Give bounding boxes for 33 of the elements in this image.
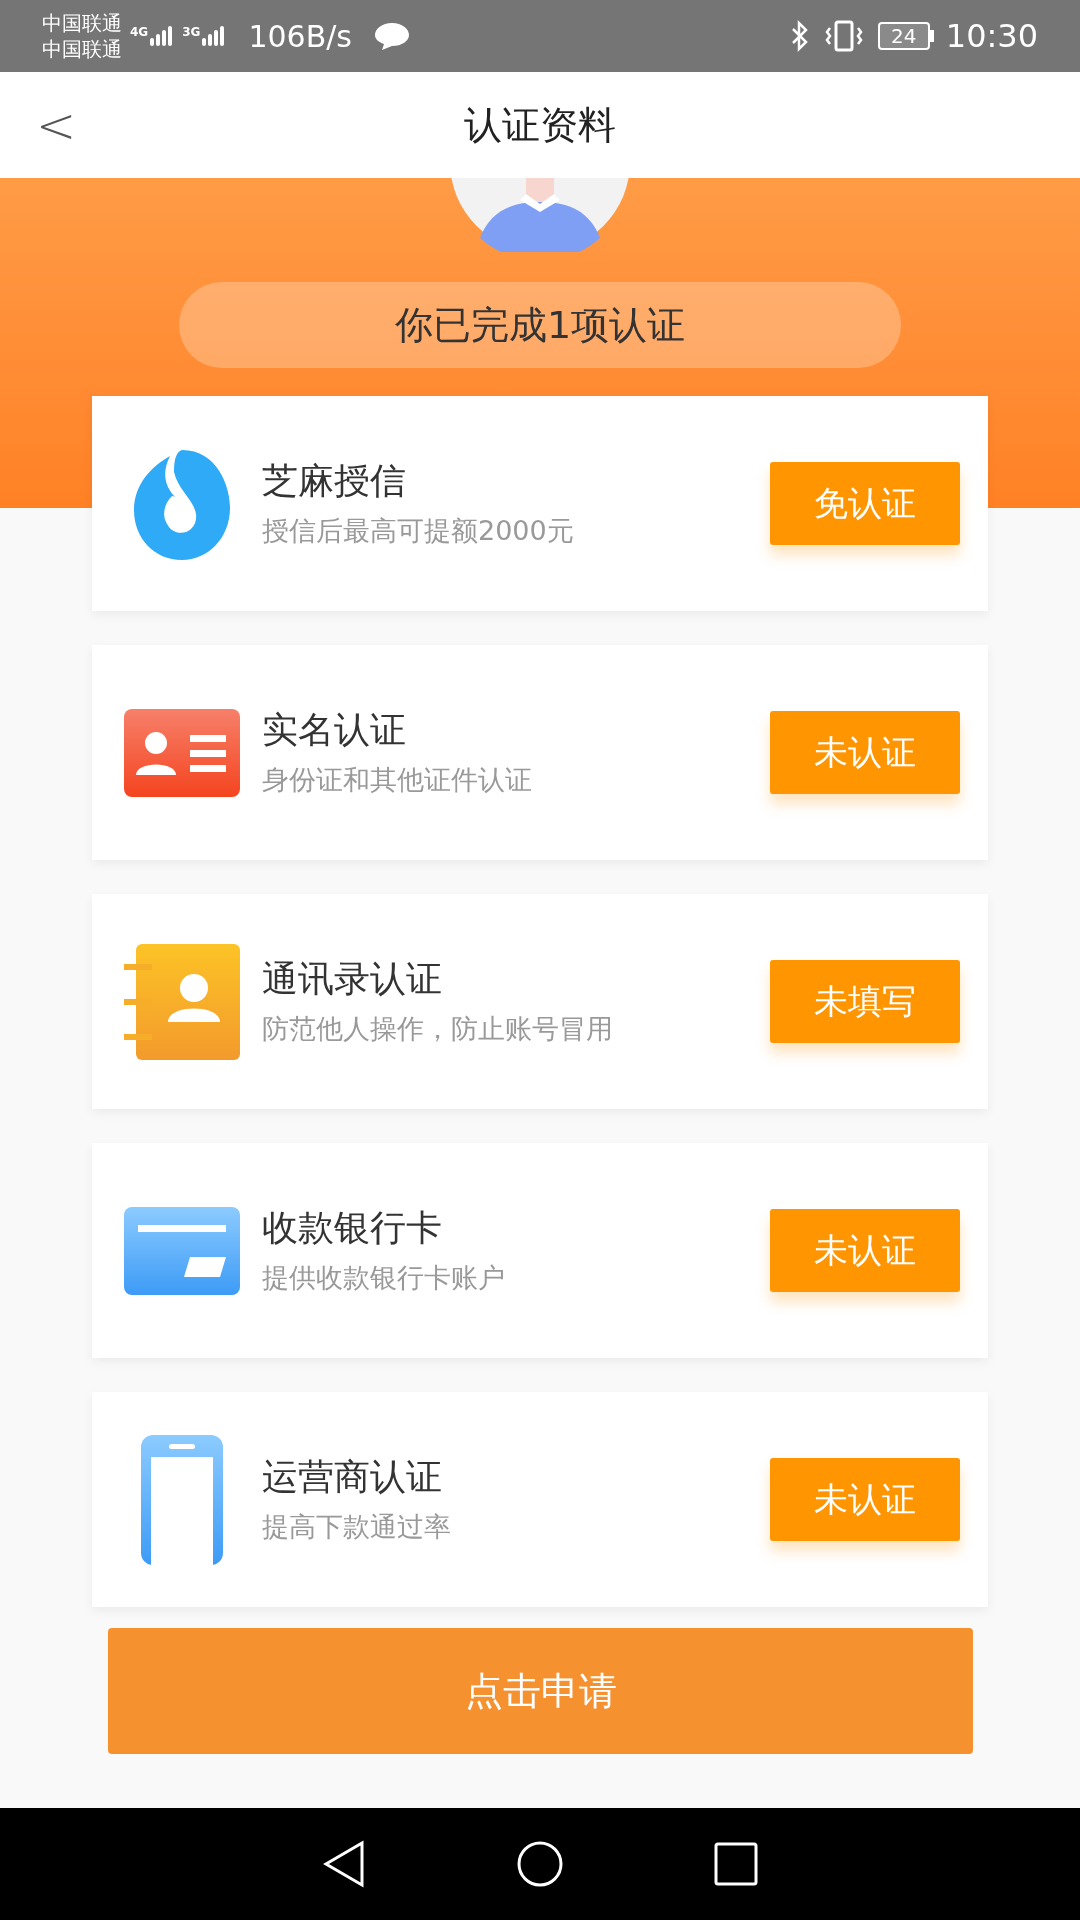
status-button[interactable]: 未填写 [770, 960, 960, 1043]
home-nav-icon[interactable] [516, 1840, 564, 1888]
card-subtitle: 防范他人操作，防止账号冒用 [262, 1015, 614, 1042]
back-nav-icon[interactable] [322, 1840, 366, 1888]
card-title: 芝麻授信 [262, 463, 407, 499]
page-title: 认证资料 [464, 101, 616, 149]
back-button[interactable]: < [36, 101, 77, 149]
card-subtitle: 提供收款银行卡账户 [262, 1264, 506, 1291]
carrier-label: 中国联通 [42, 10, 122, 36]
status-button[interactable]: 免认证 [770, 462, 960, 545]
card-subtitle: 身份证和其他证件认证 [262, 766, 533, 793]
carrier-label: 中国联通 [42, 36, 122, 62]
card-subtitle: 提高下款通过率 [262, 1513, 452, 1540]
status-button[interactable]: 未认证 [770, 1458, 960, 1541]
card-title: 实名认证 [262, 712, 407, 748]
card-title: 收款银行卡 [262, 1210, 443, 1246]
bank-card-icon [124, 1206, 240, 1295]
contact-book-icon [124, 943, 240, 1060]
completion-summary: 你已完成1项认证 [179, 282, 901, 368]
vibrate-icon [823, 20, 864, 52]
chat-icon [374, 21, 410, 51]
clock: 10:30 [945, 16, 1038, 57]
recents-nav-icon[interactable] [714, 1842, 758, 1886]
status-button[interactable]: 未认证 [770, 1209, 960, 1292]
card-title: 运营商认证 [262, 1459, 443, 1495]
network-speed: 106B/s [248, 17, 352, 56]
phone-icon [141, 1434, 223, 1565]
apply-button[interactable]: 点击申请 [108, 1628, 973, 1754]
card-subtitle: 授信后最高可提额2000元 [262, 517, 575, 544]
card-title: 通讯录认证 [262, 961, 443, 997]
status-button[interactable]: 未认证 [770, 711, 960, 794]
id-card-icon [124, 708, 240, 797]
bluetooth-icon [789, 20, 810, 52]
